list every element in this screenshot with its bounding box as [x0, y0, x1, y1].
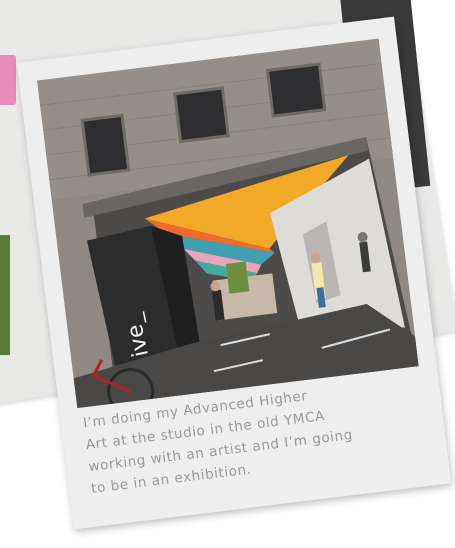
background-green-edge: [0, 235, 10, 355]
polaroid-photo: hive_ I’m doing my Advanced Higher Art a…: [16, 16, 452, 530]
building-illustration: hive_: [37, 38, 419, 409]
background-pink-tab: [0, 55, 16, 105]
building-photo: hive_: [37, 38, 419, 409]
